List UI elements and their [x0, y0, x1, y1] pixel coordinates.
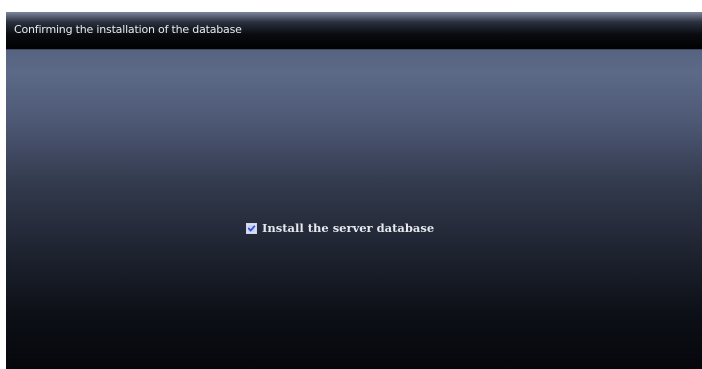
title-bar: Confirming the installation of the datab…	[6, 12, 702, 50]
installer-window: Confirming the installation of the datab…	[6, 12, 702, 369]
install-server-database-option[interactable]: Install the server database	[246, 219, 434, 237]
checkmark-icon	[247, 224, 256, 232]
install-server-database-label: Install the server database	[262, 221, 435, 235]
window-title: Confirming the installation of the datab…	[14, 23, 242, 36]
install-server-database-checkbox[interactable]	[246, 222, 257, 234]
